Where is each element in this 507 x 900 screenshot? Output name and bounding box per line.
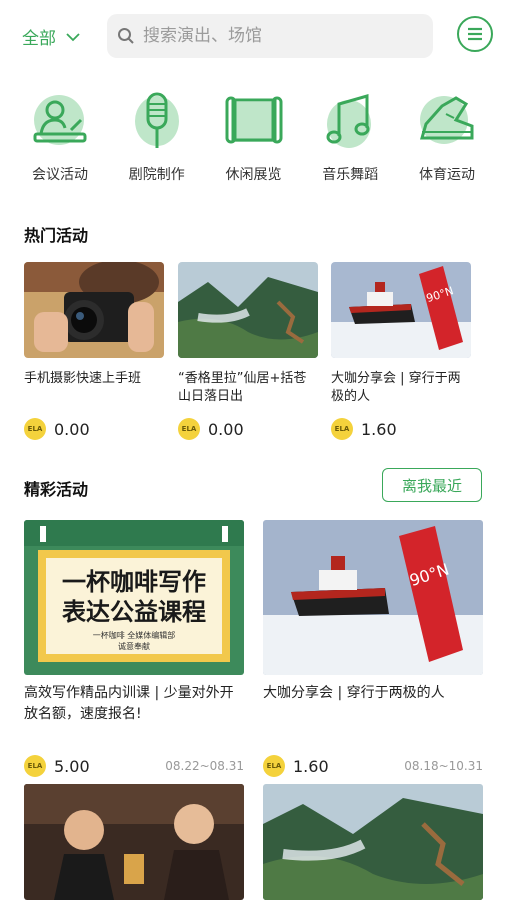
hot-activity-card[interactable]: 手机摄影快速上手班 ELA 0.00 [24,262,164,440]
search-icon [118,28,134,44]
price-date-row: ELA 5.00 08.22~08.31 [24,755,244,777]
sneaker-icon [420,96,474,144]
activity-price: 0.00 [208,419,244,439]
activity-price: 1.60 [361,419,397,439]
conference-icon [33,95,87,145]
ela-coin-icon: ELA [24,755,46,777]
activity-date: 08.22~08.31 [165,759,244,773]
hot-activity-card[interactable]: “香格里拉”仙居+括苍山日落日出 ELA 0.00 [178,262,318,440]
category-filter-dropdown[interactable]: 全部 [22,24,80,49]
featured-activity-card[interactable]: 一杯咖啡写作 表达公益课程 一杯咖啡 全媒体编辑部 诚意奉献 高效写作精品内训课… [24,520,244,777]
microphone-icon [134,92,179,148]
ela-coin-icon: ELA [178,418,200,440]
poster-subtitle-line1: 一杯咖啡 全媒体编辑部 [93,630,176,640]
category-sports[interactable]: 体育运动 [407,90,487,190]
activity-image: 90°N [331,262,471,358]
category-label: 休闲展览 [225,167,282,183]
category-nav: 会议活动 剧院制作 休闲展览 音乐舞蹈 体育运动 [20,90,487,190]
category-label: 剧院制作 [128,167,185,183]
hot-section-title: 热门活动 [24,226,89,245]
search-input[interactable] [143,26,413,46]
menu-button[interactable] [457,16,493,52]
price-row: ELA 0.00 [178,418,318,440]
activity-name: 大咖分享会 | 穿行于两极的人 [331,371,461,404]
activity-name: 手机摄影快速上手班 [24,371,142,386]
poster-title-line1: 一杯咖啡写作 [62,568,206,596]
hot-activity-card[interactable]: 90°N 大咖分享会 | 穿行于两极的人 ELA 1.60 [331,262,471,440]
activity-image: 90°N [263,520,483,675]
ela-coin-icon: ELA [263,755,285,777]
featured-activity-card[interactable]: 90°N 大咖分享会 | 穿行于两极的人 ELA 1.60 08.18~10.3… [263,520,483,777]
activity-name: “香格里拉”仙居+括苍山日落日出 [178,371,307,404]
nearby-sort-button[interactable]: 离我最近 [382,468,482,502]
category-conference[interactable]: 会议活动 [20,90,100,190]
activity-name: 高效写作精品内训课 | 少量对外开放名额，速度报名! [24,685,234,722]
music-note-icon [326,94,372,148]
scroll-icon [225,96,282,144]
activity-date: 08.18~10.31 [404,759,483,773]
activity-image [24,262,164,358]
price-row: ELA 0.00 [24,418,164,440]
featured-section-title: 精彩活动 [24,480,89,499]
category-music[interactable]: 音乐舞蹈 [310,90,390,190]
poster-subtitle-line2: 诚意奉献 [118,641,150,651]
activity-price: 5.00 [54,756,90,776]
category-label: 音乐舞蹈 [322,167,379,183]
category-exhibition[interactable]: 休闲展览 [214,90,294,190]
category-label: 体育运动 [419,167,475,183]
ela-coin-icon: ELA [331,418,353,440]
activity-image [178,262,318,358]
category-filter-label: 全部 [22,29,56,49]
activity-price: 0.00 [54,419,90,439]
category-label: 会议活动 [32,167,88,183]
search-bar[interactable] [107,14,433,58]
category-theater[interactable]: 剧院制作 [117,90,197,190]
top-bar: 全部 [0,0,507,70]
activity-image [263,784,483,900]
featured-activity-card[interactable] [24,784,244,900]
menu-icon [468,27,482,41]
price-date-row: ELA 1.60 08.18~10.31 [263,755,483,777]
activity-image [24,784,244,900]
featured-activity-card[interactable] [263,784,483,900]
ela-coin-icon: ELA [24,418,46,440]
poster-title-line2: 表达公益课程 [62,598,206,626]
chevron-down-icon [66,32,80,41]
activity-image: 一杯咖啡写作 表达公益课程 一杯咖啡 全媒体编辑部 诚意奉献 [24,520,244,675]
price-row: ELA 1.60 [331,418,471,440]
activity-name: 大咖分享会 | 穿行于两极的人 [263,685,445,701]
activity-price: 1.60 [293,756,329,776]
